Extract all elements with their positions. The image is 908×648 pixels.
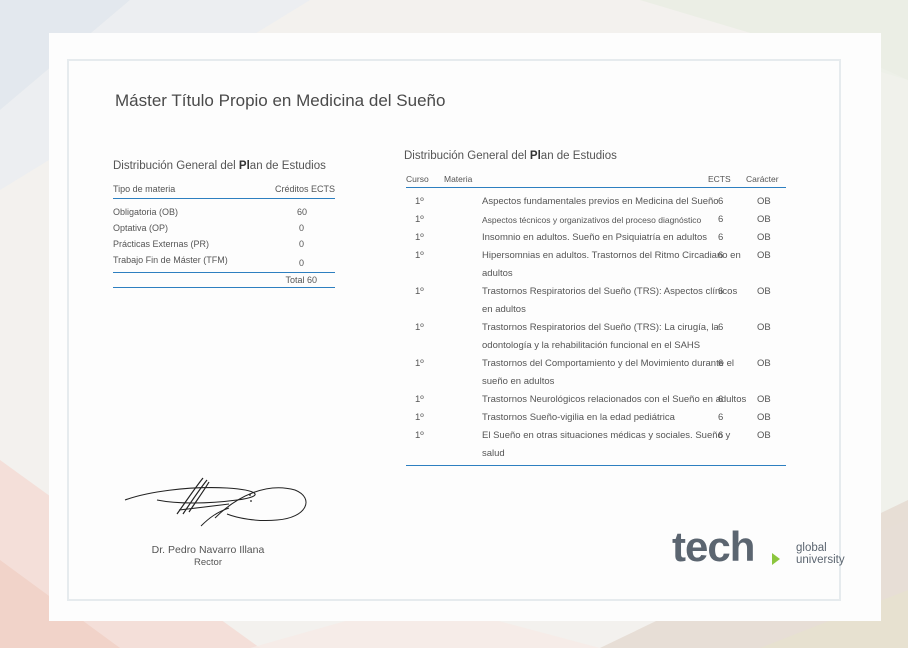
plan-heading: Distribución General del Plan de Estudio… [404, 150, 617, 162]
plan-table-header: Curso Materia ECTS Carácter [406, 172, 786, 188]
table-row: 1º El Sueño en otras situaciones médicas… [406, 427, 786, 463]
row-character: OB [757, 358, 771, 369]
table-row: Optativa (OP) 0 [113, 220, 335, 236]
summary-total: Total 60 [113, 272, 335, 288]
row-ects: 6 [718, 430, 724, 441]
row-subject: Hipersomnias en adultos. Trastornos del … [482, 250, 741, 279]
plan-table-end-rule [406, 465, 786, 466]
col-course-header: Curso [406, 174, 429, 184]
row-ects: 6 [718, 196, 724, 207]
row-subject: Aspectos fundamentales previos en Medici… [482, 196, 719, 207]
col-type-header: Tipo de materia [113, 184, 176, 194]
table-row: Prácticas Externas (PR) 0 [113, 236, 335, 252]
row-character: OB [757, 250, 771, 261]
table-row: Obligatoria (OB) 60 [113, 204, 335, 220]
table-row: 1º Trastornos Neurológicos relacionados … [406, 391, 786, 409]
table-row: 1º Trastornos Sueño-vigilia en la edad p… [406, 409, 786, 427]
table-row: 1º Aspectos técnicos y organizativos del… [406, 211, 786, 229]
row-subject: Trastornos Respiratorios del Sueño (TRS)… [482, 286, 738, 315]
col-credits-header: Créditos ECTS [274, 184, 335, 194]
table-row: Trabajo Fin de Máster (TFM) 0 [113, 252, 335, 268]
row-character: OB [757, 394, 771, 405]
table-row: 1º Aspectos fundamentales previos en Med… [406, 193, 786, 211]
logo-line2: university [796, 554, 845, 566]
table-row: 1º Trastornos Respiratorios del Sueño (T… [406, 319, 786, 355]
row-ects: 6 [718, 412, 724, 423]
logo-line1: global [796, 542, 827, 554]
row-course: 1º [415, 232, 424, 243]
row-ects: 6 [718, 250, 724, 261]
row-credits: 60 [296, 207, 307, 217]
page-title: Máster Título Propio en Medicina del Sue… [115, 91, 446, 110]
row-credits: 0 [298, 258, 304, 268]
row-course: 1º [415, 358, 424, 369]
row-character: OB [757, 214, 771, 225]
row-course: 1º [415, 196, 424, 207]
summary-heading: Distribución General del Plan de Estudio… [113, 160, 326, 172]
row-course: 1º [415, 286, 424, 297]
row-subject: Insomnio en adultos. Sueño en Psiquiatrí… [482, 232, 707, 243]
plan-table: Curso Materia ECTS Carácter 1º Aspectos … [406, 172, 786, 466]
row-character: OB [757, 430, 771, 441]
row-type: Trabajo Fin de Máster (TFM) [113, 255, 228, 265]
row-ects: 6 [718, 286, 724, 297]
row-course: 1º [415, 394, 424, 405]
table-row: 1º Trastornos Respiratorios del Sueño (T… [406, 283, 786, 319]
row-type: Prácticas Externas (PR) [113, 239, 210, 249]
row-course: 1º [415, 430, 424, 441]
row-character: OB [757, 196, 771, 207]
row-subject: El Sueño en otras situaciones médicas y … [482, 430, 731, 459]
row-course: 1º [415, 214, 424, 225]
row-ects: 6 [718, 214, 724, 225]
row-type: Obligatoria (OB) [113, 207, 179, 217]
row-ects: 6 [718, 322, 724, 333]
table-row: 1º Trastornos del Comportamiento y del M… [406, 355, 786, 391]
row-credits: 0 [298, 239, 304, 249]
row-course: 1º [415, 322, 424, 333]
row-ects: 6 [718, 394, 724, 405]
table-row: 1º Hipersomnias en adultos. Trastornos d… [406, 247, 786, 283]
row-subject: Trastornos Sueño-vigilia en la edad pedi… [482, 412, 675, 423]
summary-table-header: Tipo de materia Créditos ECTS [113, 182, 335, 199]
row-character: OB [757, 286, 771, 297]
logo-subtitle: global university [796, 542, 845, 566]
row-type: Optativa (OP) [113, 223, 169, 233]
signer-name: Dr. Pedro Navarro Illana [151, 544, 265, 556]
col-ects-header: ECTS [708, 174, 731, 184]
table-row: 1º Insomnio en adultos. Sueño en Psiquia… [406, 229, 786, 247]
col-character-header: Carácter [746, 174, 779, 184]
row-ects: 6 [718, 232, 724, 243]
row-ects: 6 [718, 358, 724, 369]
row-character: OB [757, 322, 771, 333]
signature-image [124, 477, 307, 527]
tech-logo: tech global university [672, 522, 862, 572]
total-value: Total 60 [285, 275, 317, 285]
logo-wordmark: tech [672, 523, 755, 570]
row-character: OB [757, 412, 771, 423]
signer-block: Dr. Pedro Navarro Illana Rector [110, 544, 306, 568]
row-course: 1º [415, 412, 424, 423]
signer-role: Rector [194, 557, 222, 568]
row-subject: Aspectos técnicos y organizativos del pr… [482, 215, 702, 225]
row-credits: 0 [298, 223, 304, 233]
row-subject: Trastornos Neurológicos relacionados con… [482, 394, 747, 405]
row-subject: Trastornos del Comportamiento y del Movi… [482, 358, 735, 387]
summary-table: Tipo de materia Créditos ECTS Obligatori… [113, 182, 335, 288]
col-subject-header: Materia [444, 174, 473, 184]
logo-accent-icon [772, 553, 780, 565]
row-subject: Trastornos Respiratorios del Sueño (TRS)… [482, 322, 719, 351]
row-character: OB [757, 232, 771, 243]
row-course: 1º [415, 250, 424, 261]
